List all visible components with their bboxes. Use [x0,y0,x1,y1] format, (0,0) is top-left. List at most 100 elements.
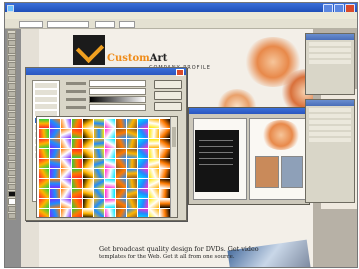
gradient-swatch[interactable] [50,119,60,128]
gradient-swatch[interactable] [61,179,71,188]
gradient-swatch[interactable] [72,179,82,188]
panel-row[interactable] [309,132,351,136]
gradient-swatch[interactable] [127,149,137,158]
magic-wand-tool-icon[interactable] [7,54,16,61]
panel-row[interactable] [309,126,351,130]
gradient-swatch[interactable] [138,119,148,128]
history-brush-tool-icon[interactable] [7,97,16,104]
layers-panel[interactable] [305,33,355,95]
gradient-swatch[interactable] [39,209,49,217]
gradient-swatch[interactable] [61,189,71,198]
gradient-swatch[interactable] [127,179,137,188]
gradient-swatch[interactable] [83,179,93,188]
gradient-swatch[interactable] [116,179,126,188]
gradient-swatch[interactable] [105,209,115,217]
gradient-swatch[interactable] [116,129,126,138]
brush-tool-icon[interactable] [7,83,16,90]
gradient-swatch[interactable] [61,119,71,128]
gradient-swatch[interactable] [127,209,137,217]
gradient-tool-icon[interactable] [7,112,16,119]
gradient-preview-control[interactable] [47,21,89,28]
load-button[interactable] [154,102,182,111]
gradient-swatch[interactable] [94,149,104,158]
panel-row[interactable] [309,108,351,112]
close-icon[interactable] [176,69,184,76]
gradient-swatch[interactable] [94,199,104,208]
gradient-swatch[interactable] [72,159,82,168]
gradient-swatch[interactable] [39,169,49,178]
gradient-swatch[interactable] [83,209,93,217]
gradient-swatch[interactable] [149,189,159,198]
gradient-swatch[interactable] [94,189,104,198]
gradient-swatch[interactable] [105,179,115,188]
eraser-tool-icon[interactable] [7,104,16,112]
gradient-swatch[interactable] [83,189,93,198]
gradient-swatch[interactable] [138,139,148,148]
screen-mode-icon[interactable] [7,212,16,219]
gradient-swatch[interactable] [149,159,159,168]
path-selection-tool-icon[interactable] [7,133,16,140]
gradient-swatch[interactable] [138,199,148,208]
mode-select[interactable] [95,21,115,28]
gradient-swatch[interactable] [149,149,159,158]
gradient-swatch[interactable] [149,119,159,128]
gradient-swatch[interactable] [83,149,93,158]
gradient-swatch[interactable] [50,199,60,208]
gradient-swatch[interactable] [72,189,82,198]
crop-tool-icon[interactable] [7,61,16,68]
gradient-swatch[interactable] [83,199,93,208]
gradient-swatch[interactable] [138,129,148,138]
gradient-swatch[interactable] [72,139,82,148]
name-field[interactable] [89,79,146,87]
clone-stamp-tool-icon[interactable] [7,90,16,97]
gradient-swatch[interactable] [116,169,126,178]
notes-tool-icon[interactable] [7,162,16,169]
gradient-swatch[interactable] [105,139,115,148]
hand-tool-icon[interactable] [7,176,16,183]
type-tool-icon[interactable] [7,140,16,147]
gradient-swatch[interactable] [50,139,60,148]
gradient-swatch[interactable] [160,159,170,168]
gradient-swatch[interactable] [39,159,49,168]
scrollbar-thumb[interactable] [172,127,176,147]
gradient-swatch[interactable] [72,199,82,208]
ok-button[interactable] [154,80,182,89]
slice-tool-icon[interactable] [7,68,16,76]
marquee-tool-icon[interactable] [7,40,16,47]
gradient-swatch[interactable] [160,119,170,128]
gradient-swatch[interactable] [61,159,71,168]
gradient-swatch[interactable] [127,129,137,138]
gradient-swatch[interactable] [105,199,115,208]
gradient-swatch[interactable] [149,139,159,148]
gradient-swatch[interactable] [149,169,159,178]
eyedropper-tool-icon[interactable] [7,169,16,176]
gradient-swatch[interactable] [83,119,93,128]
gradient-swatch[interactable] [116,119,126,128]
list-item[interactable] [35,97,57,102]
gradient-swatch[interactable] [50,149,60,158]
cancel-button[interactable] [154,91,182,100]
gradient-swatch[interactable] [160,149,170,158]
gradient-swatch[interactable] [127,139,137,148]
panel-row[interactable] [309,48,351,52]
gradient-swatch[interactable] [160,209,170,217]
panel-row[interactable] [309,60,351,64]
gradient-swatch[interactable] [127,169,137,178]
gradient-swatch[interactable] [94,119,104,128]
gradient-swatch[interactable] [39,139,49,148]
gradient-swatch[interactable] [72,169,82,178]
gradient-swatch[interactable] [50,159,60,168]
gradient-swatch[interactable] [94,159,104,168]
gradient-swatch[interactable] [50,209,60,217]
gradient-swatch[interactable] [61,209,71,217]
gradient-swatch[interactable] [61,199,71,208]
move-tool-icon[interactable] [7,33,16,40]
foreground-color-swatch[interactable] [7,191,16,198]
gradient-swatch[interactable] [105,149,115,158]
gradient-swatch[interactable] [94,129,104,138]
gradient-swatch[interactable] [72,129,82,138]
blur-tool-icon[interactable] [7,119,16,126]
gradient-swatch[interactable] [105,119,115,128]
gradient-swatch[interactable] [72,149,82,158]
dodge-tool-icon[interactable] [7,126,16,133]
